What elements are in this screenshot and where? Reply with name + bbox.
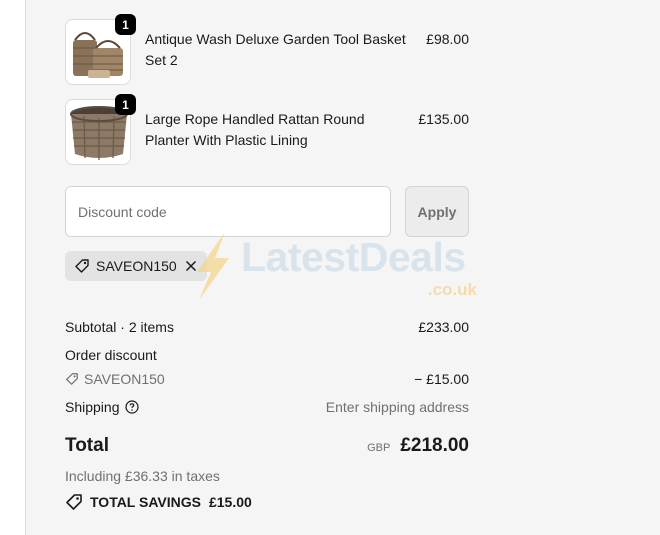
savings-label: TOTAL SAVINGS (90, 494, 201, 510)
applied-discount-chip: SAVEON150 (65, 251, 207, 281)
shipping-label: Shipping (65, 399, 120, 415)
tag-icon (65, 372, 79, 386)
tag-icon (74, 258, 90, 274)
latestdeals-watermark: LatestDeals .co.uk (187, 228, 507, 304)
remove-discount-close-icon[interactable] (183, 258, 199, 274)
line-item: 1 Large Rope Handled Rattan Round Plante… (65, 94, 469, 165)
order-discount-label: Order discount (65, 347, 157, 363)
total-row: Total GBP £218.00 (65, 436, 469, 462)
quantity-badge: 1 (115, 94, 136, 115)
item-title: Large Rope Handled Rattan Round Planter … (145, 111, 365, 148)
item-price: £98.00 (426, 31, 469, 47)
total-value: £218.00 (400, 435, 469, 456)
order-summary-panel: 1 Antique Wash Deluxe Garden Tool Basket… (27, 0, 660, 535)
discount-code-text: SAVEON150 (84, 371, 165, 387)
product-thumbnail: 1 (65, 14, 136, 85)
taxes-note: Including £36.33 in taxes (65, 468, 220, 484)
tag-icon (65, 493, 83, 511)
line-item: 1 Antique Wash Deluxe Garden Tool Basket… (65, 14, 469, 85)
product-thumbnail: 1 (65, 94, 136, 165)
discount-code-input[interactable] (65, 186, 391, 237)
main-content-edge (0, 0, 26, 535)
applied-discount-code: SAVEON150 (96, 258, 177, 274)
item-price: £135.00 (418, 111, 469, 127)
discount-value: − £15.00 (414, 371, 469, 387)
quantity-badge: 1 (115, 14, 136, 35)
watermark-subtext: .co.uk (427, 280, 477, 299)
item-title: Antique Wash Deluxe Garden Tool Basket S… (145, 31, 406, 68)
currency-code: GBP (367, 442, 391, 454)
subtotal-label: Subtotal · 2 items (65, 319, 174, 335)
subtotal-value: £233.00 (418, 319, 469, 335)
watermark-text: LatestDeals (241, 234, 466, 280)
total-label: Total (65, 435, 109, 456)
help-circle-icon[interactable] (124, 400, 139, 414)
shipping-value: Enter shipping address (325, 399, 469, 415)
savings-value: £15.00 (208, 494, 252, 510)
apply-discount-button[interactable]: Apply (405, 186, 469, 237)
